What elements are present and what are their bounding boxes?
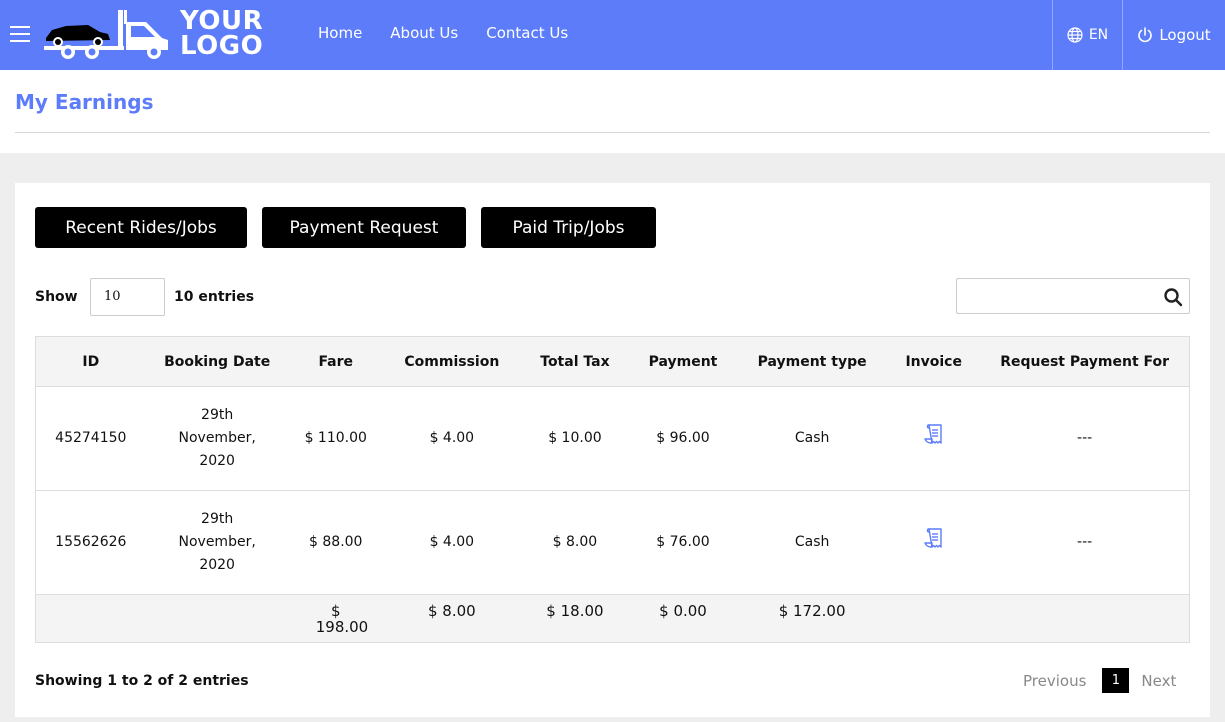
- entries-select[interactable]: 10: [90, 278, 165, 316]
- language-selector[interactable]: EN: [1052, 0, 1122, 70]
- payment-request-button[interactable]: Payment Request: [262, 207, 466, 248]
- tab-buttons: Recent Rides/Jobs Payment Request Paid T…: [35, 207, 656, 248]
- cell-payment: $ 96.00: [628, 386, 738, 491]
- nav-about-link[interactable]: About Us: [390, 24, 458, 42]
- cell-booking-date: 29th November, 2020: [145, 490, 289, 595]
- receipt-icon[interactable]: [924, 527, 944, 550]
- total-booking-date: [145, 594, 289, 643]
- col-payment-type[interactable]: Payment type: [737, 336, 888, 387]
- cell-id: 15562626: [35, 490, 146, 595]
- hamburger-menu-icon[interactable]: [10, 26, 30, 44]
- table-header-row: ID Booking Date Fare Commission Total Ta…: [35, 336, 1190, 387]
- cell-fare: $ 110.00: [288, 386, 383, 491]
- cell-invoice: [887, 490, 981, 595]
- cell-request-payment-for: ---: [980, 386, 1190, 491]
- cell-total-tax: $ 8.00: [520, 490, 629, 595]
- page-1-button[interactable]: 1: [1102, 668, 1130, 693]
- table-row: 15562626 29th November, 2020 $ 88.00 $ 4…: [35, 490, 1190, 595]
- cell-fare: $ 88.00: [288, 490, 383, 595]
- nav-contact-link[interactable]: Contact Us: [486, 24, 568, 42]
- cell-commission: $ 4.00: [382, 490, 521, 595]
- total-fare: $ 198.00: [288, 594, 383, 643]
- showing-entries-text: Showing 1 to 2 of 2 entries: [35, 673, 249, 689]
- cell-payment-type: Cash: [737, 386, 888, 491]
- next-page-button[interactable]: Next: [1141, 672, 1176, 690]
- total-payment: $ 0.00: [628, 594, 738, 643]
- cell-total-tax: $ 10.00: [520, 386, 629, 491]
- language-label: EN: [1088, 27, 1109, 43]
- main-nav: Home About Us Contact Us: [318, 24, 568, 42]
- col-commission[interactable]: Commission: [382, 336, 521, 387]
- pagination: Previous 1 Next: [1023, 668, 1176, 693]
- cell-request-payment-for: ---: [980, 490, 1190, 595]
- globe-icon: [1067, 27, 1083, 43]
- cell-id: 45274150: [35, 386, 146, 491]
- cell-payment-type: Cash: [737, 490, 888, 595]
- logo-line-2: LOGO: [180, 31, 264, 61]
- paid-trips-button[interactable]: Paid Trip/Jobs: [481, 207, 656, 248]
- logo-text[interactable]: YOUR LOGO: [180, 8, 264, 61]
- search-input[interactable]: [963, 279, 1158, 313]
- cell-commission: $ 4.00: [382, 386, 521, 491]
- earnings-card: Recent Rides/Jobs Payment Request Paid T…: [15, 183, 1210, 717]
- col-fare[interactable]: Fare: [288, 336, 383, 387]
- nav-home-link[interactable]: Home: [318, 24, 362, 42]
- total-fare-text: $ 198.00: [315, 602, 369, 636]
- search-box: [956, 278, 1190, 314]
- total-tax: $ 18.00: [520, 594, 629, 643]
- tow-truck-logo-icon[interactable]: [42, 8, 172, 60]
- search-icon[interactable]: [1163, 287, 1183, 307]
- col-id[interactable]: ID: [35, 336, 146, 387]
- booking-date-text: 29th November, 2020: [178, 511, 256, 573]
- total-id: [35, 594, 146, 643]
- show-label: Show: [35, 289, 78, 305]
- col-total-tax[interactable]: Total Tax: [520, 336, 629, 387]
- col-payment[interactable]: Payment: [628, 336, 738, 387]
- previous-page-button[interactable]: Previous: [1023, 672, 1086, 690]
- page-title: My Earnings: [15, 90, 154, 114]
- table-totals-row: $ 198.00 $ 8.00 $ 18.00 $ 0.00 $ 172.00: [35, 594, 1190, 643]
- total-invoice: [887, 594, 981, 643]
- top-navbar: YOUR LOGO Home About Us Contact Us EN Lo…: [0, 0, 1225, 70]
- total-commission: $ 8.00: [382, 594, 521, 643]
- recent-rides-button[interactable]: Recent Rides/Jobs: [35, 207, 247, 248]
- logout-button[interactable]: Logout: [1122, 0, 1225, 70]
- receipt-icon[interactable]: [924, 423, 944, 446]
- cell-invoice: [887, 386, 981, 491]
- col-request-payment-for[interactable]: Request Payment For: [980, 336, 1190, 387]
- col-invoice[interactable]: Invoice: [887, 336, 981, 387]
- cell-payment: $ 76.00: [628, 490, 738, 595]
- entries-label: 10 entries: [174, 289, 255, 305]
- col-booking-date[interactable]: Booking Date: [145, 336, 289, 387]
- total-request-payment-for: [980, 594, 1190, 643]
- cell-booking-date: 29th November, 2020: [145, 386, 289, 491]
- total-payment-type: $ 172.00: [737, 594, 888, 643]
- title-divider: [15, 132, 1210, 133]
- earnings-table: ID Booking Date Fare Commission Total Ta…: [35, 336, 1190, 643]
- logout-label: Logout: [1159, 26, 1211, 44]
- booking-date-text: 29th November, 2020: [178, 407, 256, 469]
- table-row: 45274150 29th November, 2020 $ 110.00 $ …: [35, 386, 1190, 491]
- power-icon: [1138, 27, 1153, 43]
- title-section: My Earnings: [0, 70, 1225, 153]
